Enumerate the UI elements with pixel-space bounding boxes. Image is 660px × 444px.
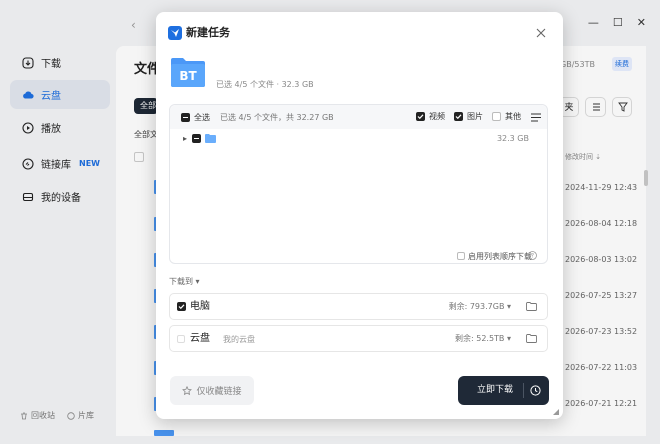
select-all-label[interactable]: 全选 — [194, 113, 210, 122]
destination-cloud[interactable]: 云盘 我的云盘 剩余: 52.5TB ▾ — [169, 325, 548, 352]
filter-video-label[interactable]: 视频 — [429, 112, 445, 121]
bt-label: BT — [179, 69, 197, 83]
remaining-space[interactable]: 剩余: 52.5TB ▾ — [455, 334, 511, 344]
list-view-icon[interactable] — [531, 113, 541, 122]
expand-arrow-icon[interactable]: ▸ — [183, 134, 187, 143]
help-icon[interactable]: ? — [528, 251, 537, 260]
download-to-dropdown[interactable]: 下载到 ▾ — [169, 276, 200, 287]
folder-size: 32.3 GB — [496, 134, 529, 143]
favorite-label: 仅收藏链接 — [196, 387, 242, 397]
filter-other-label[interactable]: 其他 — [505, 112, 521, 121]
resize-grip-icon[interactable] — [553, 409, 559, 415]
favorite-link-only-button[interactable]: 仅收藏链接 — [170, 376, 254, 405]
cloud-checkbox[interactable] — [177, 335, 185, 343]
sequential-download-label[interactable]: 启用列表顺序下载 — [468, 252, 532, 261]
bt-folder-icon: BT — [171, 58, 205, 87]
destination-subtitle: 我的云盘 — [223, 335, 255, 344]
filter-image-checkbox[interactable] — [454, 112, 463, 121]
download-now-label: 立即下载 — [477, 385, 514, 395]
close-icon[interactable] — [536, 28, 546, 38]
new-task-dialog: 新建任务 BT 已选 4/5 个文件 · 32.3 GB 全选 已选 4/5 个… — [156, 12, 563, 419]
app-logo-icon — [168, 26, 182, 40]
star-icon — [182, 385, 193, 395]
bt-summary: 已选 4/5 个文件 · 32.3 GB — [216, 80, 314, 89]
destination-name: 电脑 — [190, 301, 210, 312]
destination-computer[interactable]: 电脑 剩余: 793.7GB ▾ — [169, 293, 548, 320]
button-divider — [523, 383, 524, 398]
svg-text:?: ? — [531, 253, 534, 260]
file-tree-row[interactable]: ▸ 32.3 GB — [170, 129, 547, 149]
filter-video-checkbox[interactable] — [416, 112, 425, 121]
select-all-checkbox[interactable] — [181, 113, 190, 122]
schedule-clock-icon[interactable] — [530, 385, 541, 396]
remaining-space[interactable]: 剩余: 793.7GB ▾ — [449, 302, 511, 312]
filter-image-label[interactable]: 图片 — [467, 112, 483, 121]
download-now-button[interactable]: 立即下载 — [458, 376, 549, 405]
download-to-label: 下载到 — [169, 277, 193, 286]
sequential-download-checkbox[interactable] — [457, 252, 465, 260]
space-text: 剩余: 52.5TB — [455, 334, 505, 343]
dialog-title: 新建任务 — [186, 26, 230, 39]
destination-name: 云盘 — [190, 333, 210, 344]
file-selection-panel: 全选 已选 4/5 个文件，共 32.27 GB 视频 图片 其他 ▸ 32.3… — [169, 104, 548, 264]
selected-summary: 已选 4/5 个文件，共 32.27 GB — [220, 113, 334, 122]
folder-outline-icon[interactable] — [526, 302, 537, 311]
folder-icon — [205, 134, 216, 143]
filter-other-checkbox[interactable] — [492, 112, 501, 121]
folder-checkbox[interactable] — [192, 134, 201, 143]
folder-outline-icon[interactable] — [526, 334, 537, 343]
computer-checkbox[interactable] — [177, 302, 186, 311]
space-text: 剩余: 793.7GB — [448, 302, 505, 311]
